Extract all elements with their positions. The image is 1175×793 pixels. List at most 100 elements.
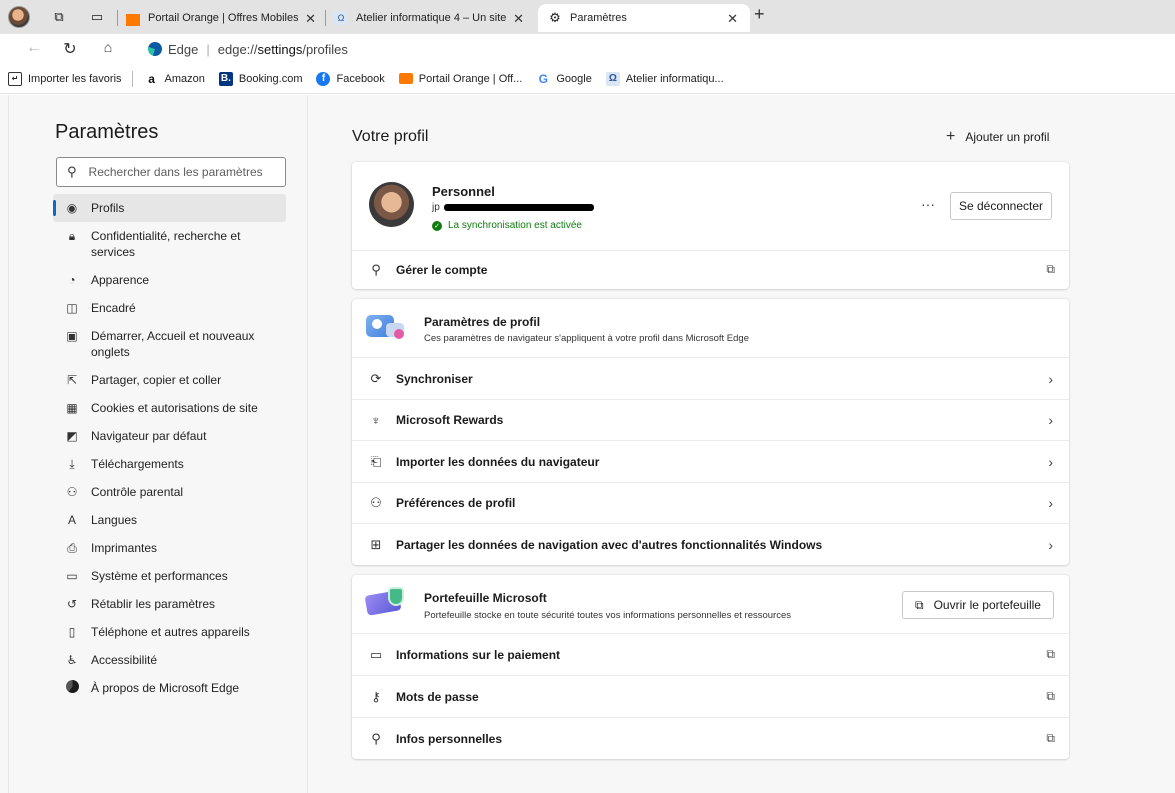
rewards-row[interactable]: ♆ Microsoft Rewards › <box>352 399 1069 440</box>
atelier-icon: Ω <box>334 11 348 25</box>
sidebar-item-telephone[interactable]: ▯ Téléphone et autres appareils <box>53 618 286 646</box>
people-settings-icon: ⚇ <box>370 495 382 510</box>
close-icon[interactable]: ✕ <box>305 11 316 27</box>
open-wallet-label: Ouvrir le portefeuille <box>933 598 1041 612</box>
manage-account-row[interactable]: ⚲ Gérer le compte ⧉ <box>352 250 1069 288</box>
sidebar-item-label: Imprimantes <box>91 541 158 555</box>
product-label: Edge <box>168 41 199 57</box>
refresh-button[interactable]: ↻ <box>60 39 80 59</box>
sidebar-item-label: À propos de Microsoft Edge <box>91 681 240 695</box>
payment-info-row[interactable]: ▭ Informations sur le paiement ⧉ <box>352 633 1069 675</box>
passwords-row[interactable]: ⚷ Mots de passe ⧉ <box>352 675 1069 717</box>
favorite-label: Google <box>556 72 592 85</box>
url-suffix: /profiles <box>302 41 348 57</box>
sidebar-item-label: Contrôle parental <box>91 485 184 499</box>
home-button[interactable]: ⌂ <box>98 39 118 55</box>
profile-name: Personnel <box>432 184 495 199</box>
email-visible-part: jp <box>432 202 440 213</box>
sidebar-item-navigateur-defaut[interactable]: ◩ Navigateur par défaut <box>53 422 286 450</box>
favorite-google[interactable]: G Google <box>536 72 592 86</box>
profile-settings-header: Paramètres de profil Ces paramètres de n… <box>352 299 1069 357</box>
sidebar-item-profils[interactable]: ◉ Profils <box>53 194 286 222</box>
sidebar-item-label: Confidentialité, recherche et services <box>91 229 241 259</box>
credit-card-icon: ▭ <box>369 646 383 662</box>
sidebar-item-label: Système et performances <box>91 569 228 583</box>
url-field[interactable]: Edge | edge:// settings /profiles <box>134 37 1169 61</box>
tab-parametres[interactable]: ⚙ Paramètres ✕ <box>538 4 750 32</box>
add-profile-label: Ajouter un profil <box>965 130 1050 144</box>
workspaces-icon[interactable]: ⧉ <box>48 6 70 28</box>
facebook-icon: f <box>316 71 331 86</box>
import-data-row[interactable]: ⎗ Importer les données du navigateur › <box>352 440 1069 482</box>
orange-icon <box>398 73 413 84</box>
sidebar-item-imprimantes[interactable]: ⎙ Imprimantes <box>53 534 286 562</box>
phone-icon: ▯ <box>68 625 76 639</box>
close-icon[interactable]: ✕ <box>727 11 738 27</box>
sidebar-item-demarrer[interactable]: ▣ Démarrer, Accueil et nouveaux onglets <box>53 322 286 366</box>
share-icon: ⇱ <box>66 373 78 387</box>
favorite-orange[interactable]: Portail Orange | Off... <box>398 72 523 85</box>
windows-share-row[interactable]: ⊞ Partager les données de navigation ave… <box>352 523 1069 565</box>
sidebar-item-accessibilite[interactable]: ♿︎ Accessibilité <box>53 646 286 674</box>
favorite-facebook[interactable]: f Facebook <box>316 71 385 86</box>
wallet-desc: Portefeuille stocke en toute sécurité to… <box>424 610 791 621</box>
new-tab-button[interactable]: + <box>754 4 765 25</box>
favorite-atelier[interactable]: Ω Atelier informatiqu... <box>605 71 724 86</box>
tab-title: Portail Orange | Offres Mobiles, I <box>148 12 298 24</box>
tab-divider <box>117 10 118 26</box>
sidebar-item-systeme[interactable]: ▭ Système et performances <box>53 562 286 590</box>
profile-email: jp <box>432 202 594 213</box>
lock-icon: 🔒︎ <box>68 229 76 243</box>
tab-strip: ⧉ ▭ Portail Orange | Offres Mobiles, I ✕… <box>0 0 1175 34</box>
favorite-amazon[interactable]: a Amazon <box>145 72 205 86</box>
tab-atelier[interactable]: Ω Atelier informatique 4 – Un site a ✕ <box>334 4 530 32</box>
search-input[interactable]: ⚲ Rechercher dans les paramètres <box>56 157 286 187</box>
profile-avatar-button[interactable] <box>8 6 30 28</box>
trophy-icon: ♆ <box>371 412 381 428</box>
wallet-card: Portefeuille Microsoft Portefeuille stoc… <box>352 575 1069 759</box>
profile-settings-illustration <box>366 311 406 341</box>
tab-actions-icon[interactable]: ▭ <box>86 6 108 28</box>
open-wallet-button[interactable]: ⧉ Ouvrir le portefeuille <box>902 591 1054 619</box>
external-link-icon: ⧉ <box>1046 689 1055 703</box>
row-label: Préférences de profil <box>396 496 516 510</box>
sidebar-item-label: Rétablir les paramètres <box>91 597 216 611</box>
sidebar-item-langues[interactable]: A Langues <box>53 506 286 534</box>
printer-icon: ⎙ <box>67 541 77 555</box>
row-label: Importer les données du navigateur <box>396 454 600 469</box>
sidebar-item-label: Navigateur par défaut <box>91 429 207 443</box>
sidebar-item-a-propos[interactable]: À propos de Microsoft Edge <box>53 674 286 703</box>
favorite-label: Facebook <box>336 72 385 85</box>
profile-preferences-row[interactable]: ⚇ Préférences de profil › <box>352 482 1069 523</box>
sidebar-item-retablir[interactable]: ↺ Rétablir les paramètres <box>53 590 286 618</box>
sidebar-item-cookies[interactable]: ▦ Cookies et autorisations de site <box>53 394 286 422</box>
sidebar-panel-icon: ◫ <box>66 301 78 315</box>
back-button[interactable]: ← <box>24 39 44 57</box>
more-options-button[interactable]: ··· <box>921 196 935 212</box>
windows-icon: ⊞ <box>370 536 382 552</box>
favorite-import[interactable]: ↵ Importer les favoris <box>8 71 122 86</box>
signout-button[interactable]: Se déconnecter <box>950 192 1052 220</box>
sidebar-item-label: Encadré <box>91 301 136 315</box>
gear-icon: ⚙ <box>549 10 561 25</box>
sync-row[interactable]: ⟳ Synchroniser › <box>352 357 1069 399</box>
sidebar-item-partager[interactable]: ⇱ Partager, copier et coller <box>53 366 286 394</box>
sidebar-item-telechargements[interactable]: ⤓ Téléchargements <box>53 450 286 478</box>
favorite-label: Portail Orange | Off... <box>418 72 523 85</box>
sidebar-item-encadre[interactable]: ◫ Encadré <box>53 294 286 322</box>
close-icon[interactable]: ✕ <box>513 11 524 27</box>
row-label: Gérer le compte <box>396 262 488 277</box>
favorite-booking[interactable]: B. Booking.com <box>218 71 302 86</box>
language-icon: A <box>67 513 76 527</box>
add-profile-button[interactable]: + Ajouter un profil <box>946 128 1049 146</box>
sidebar-item-apparence[interactable]: ◔ Apparence <box>53 266 286 294</box>
row-label: Partager les données de navigation avec … <box>396 537 823 552</box>
person-icon: ⚲ <box>371 261 381 277</box>
search-icon: ⚲ <box>67 164 77 179</box>
sidebar-item-confidentialite[interactable]: 🔒︎ Confidentialité, recherche et service… <box>53 222 286 266</box>
sidebar-item-controle-parental[interactable]: ⚇ Contrôle parental <box>53 478 286 506</box>
tab-portail-orange[interactable]: Portail Orange | Offres Mobiles, I ✕ <box>126 4 322 32</box>
import-icon: ⎗ <box>370 453 382 469</box>
row-label: Informations sur le paiement <box>396 647 561 662</box>
personal-info-row[interactable]: ⚲ Infos personnelles ⧉ <box>352 717 1069 759</box>
